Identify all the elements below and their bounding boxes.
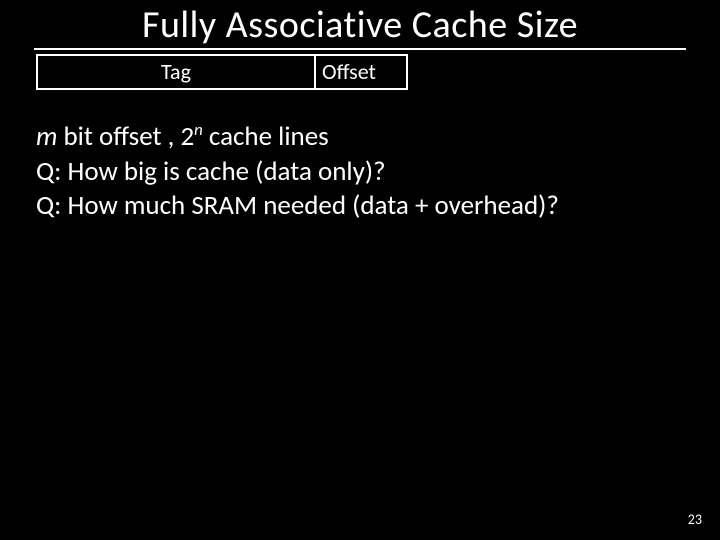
body-line-3: Q: How much SRAM needed (data + overhead… [36,189,684,224]
address-fields: Tag Offset [36,54,408,90]
body-line-2: Q: How big is cache (data only)? [36,155,684,190]
page-number: 23 [688,511,702,528]
tag-field-box: Tag [36,54,316,90]
var-m: m [36,120,57,153]
body-text: m bit offset , 2n cache lines Q: How big… [36,120,684,224]
body-line-1: m bit offset , 2n cache lines [36,120,684,155]
body-line-1-mid: bit offset , 2 [57,120,194,153]
title-underline [34,48,686,50]
body-line-1-suffix: cache lines [203,120,329,153]
slide-title: Fully Associative Cache Size [142,2,578,48]
slide: Fully Associative Cache Size Tag Offset … [0,0,720,540]
var-n-sup: n [194,120,203,140]
title-block: Fully Associative Cache Size [0,2,720,48]
offset-field-box: Offset [316,54,408,90]
